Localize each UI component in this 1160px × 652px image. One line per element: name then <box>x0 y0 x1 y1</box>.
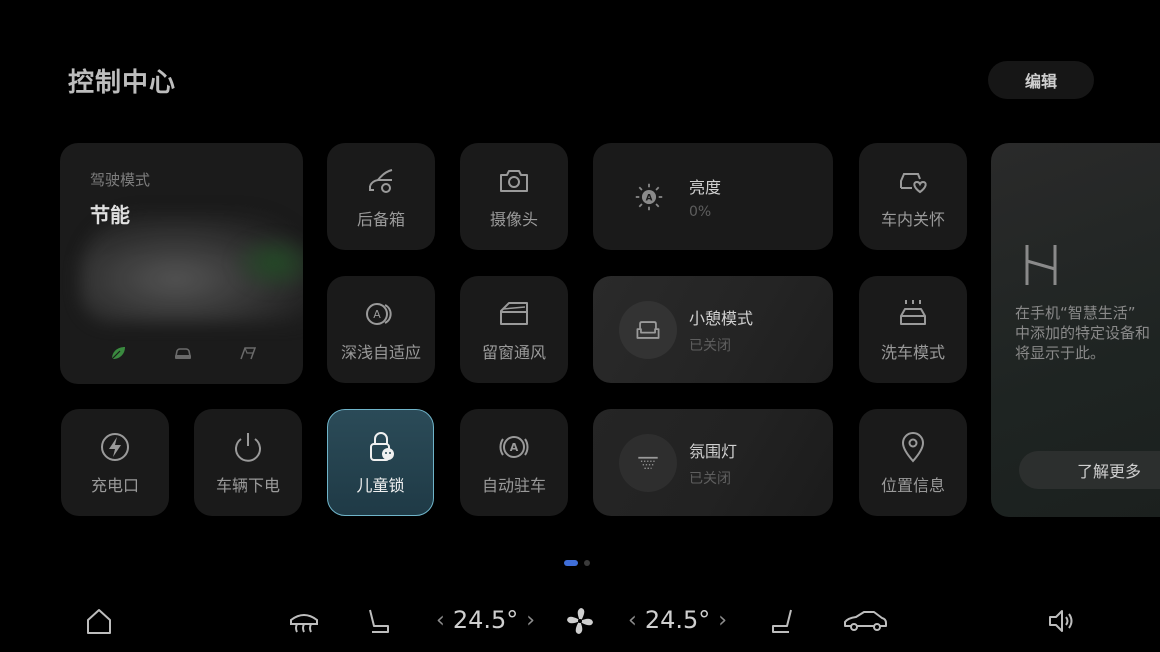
ambient-light-icon <box>619 433 677 492</box>
window-vent-tile[interactable]: 留窗通风 <box>460 276 568 383</box>
location-tile[interactable]: 位置信息 <box>859 409 967 516</box>
brightness-auto-icon: A <box>629 177 669 217</box>
camera-tile[interactable]: 摄像头 <box>460 143 568 250</box>
camera-icon <box>500 169 528 192</box>
seat-left-icon[interactable] <box>364 606 394 636</box>
rest-mode-status: 已关闭 <box>689 337 731 354</box>
location-pin-icon <box>901 431 925 463</box>
page-title: 控制中心 <box>68 68 177 98</box>
learn-more-button[interactable]: 了解更多 <box>1019 451 1160 489</box>
temp-right-decrease[interactable]: ‹ <box>628 608 637 633</box>
power-off-tile[interactable]: 车辆下电 <box>194 409 302 516</box>
volume-icon[interactable] <box>1046 606 1078 636</box>
svg-text:A: A <box>510 441 519 454</box>
temp-left-decrease[interactable]: ‹ <box>436 608 445 633</box>
page-dot <box>584 560 590 566</box>
power-icon <box>235 432 261 462</box>
car-care-tile[interactable]: 车内关怀 <box>859 143 967 250</box>
rest-mode-card[interactable]: 小憩模式 已关闭 <box>593 276 833 383</box>
charge-port-label: 充电口 <box>90 475 139 495</box>
trunk-label: 后备箱 <box>356 209 405 229</box>
eco-leaf-icon[interactable] <box>108 345 128 361</box>
window-vent-icon <box>500 301 528 325</box>
child-lock-label: 儿童锁 <box>356 475 405 495</box>
child-lock-icon <box>369 431 394 461</box>
rear-defrost-icon[interactable] <box>288 606 320 636</box>
car-wash-tile[interactable]: 洗车模式 <box>859 276 967 383</box>
child-lock-tile[interactable]: 儿童锁 <box>327 409 434 516</box>
smart-life-card: 在手机“智慧生活” 中添加的特定设备和 将显示于此。 了解更多 <box>991 143 1160 517</box>
drive-mode-caption: 驾驶模式 <box>90 171 151 189</box>
page-indicator <box>564 560 590 566</box>
svg-text:A: A <box>373 308 381 321</box>
camera-label: 摄像头 <box>489 209 538 229</box>
car-wash-label: 洗车模式 <box>880 342 945 362</box>
temp-left-increase[interactable]: › <box>526 608 535 633</box>
auto-hold-label: 自动驻车 <box>481 475 546 495</box>
vehicle-icon[interactable] <box>842 606 888 636</box>
fan-icon[interactable] <box>565 606 595 636</box>
ambient-light-status: 已关闭 <box>689 470 731 487</box>
car-wash-icon <box>900 299 926 325</box>
svg-text:A: A <box>646 193 653 203</box>
auto-hold-tile[interactable]: A 自动驻车 <box>460 409 568 516</box>
charge-port-tile[interactable]: 充电口 <box>61 409 169 516</box>
brightness-value: 0% <box>689 203 712 220</box>
page-dot-active <box>564 560 578 566</box>
temp-left-value: 24.5° <box>452 606 519 634</box>
sport-flag-icon[interactable] <box>238 345 258 361</box>
power-off-label: 车辆下电 <box>215 475 280 495</box>
smart-life-desc-1: 在手机“智慧生活” <box>1015 304 1136 322</box>
drive-mode-value: 节能 <box>90 203 130 227</box>
smart-life-desc-2: 中添加的特定设备和 <box>1015 324 1151 342</box>
brightness-title: 亮度 <box>689 177 722 197</box>
adaptive-depth-tile[interactable]: A 深浅自适应 <box>327 276 435 383</box>
smart-life-desc-3: 将显示于此。 <box>1015 344 1106 362</box>
trunk-icon <box>369 168 393 193</box>
home-icon[interactable] <box>84 606 114 636</box>
lightning-icon <box>101 432 129 461</box>
adaptive-depth-label: 深浅自适应 <box>340 342 421 362</box>
rest-mode-title: 小憩模式 <box>689 308 754 328</box>
car-care-label: 车内关怀 <box>880 209 945 229</box>
ambient-light-card[interactable]: 氛围灯 已关闭 <box>593 409 833 516</box>
brightness-card[interactable]: A 亮度 0% <box>593 143 833 250</box>
edit-button[interactable]: 编辑 <box>988 61 1094 99</box>
seat-right-icon[interactable] <box>767 606 797 636</box>
ambient-light-title: 氛围灯 <box>689 441 738 461</box>
auto-hold-icon: A <box>499 435 529 458</box>
comfort-car-icon[interactable] <box>173 345 193 361</box>
adaptive-depth-icon: A <box>366 302 392 325</box>
trunk-tile[interactable]: 后备箱 <box>327 143 435 250</box>
window-vent-label: 留窗通风 <box>481 342 546 362</box>
temp-right-increase[interactable]: › <box>718 608 727 633</box>
location-label: 位置信息 <box>880 475 945 495</box>
harmony-logo-icon <box>1025 245 1057 285</box>
temp-right-value: 24.5° <box>644 606 711 634</box>
bottom-dock: ‹ 24.5° › ‹ 24.5° › <box>0 596 1160 648</box>
sofa-icon <box>619 300 677 359</box>
drive-mode-card[interactable]: 驾驶模式 节能 <box>60 143 303 384</box>
car-heart-icon <box>900 172 927 193</box>
